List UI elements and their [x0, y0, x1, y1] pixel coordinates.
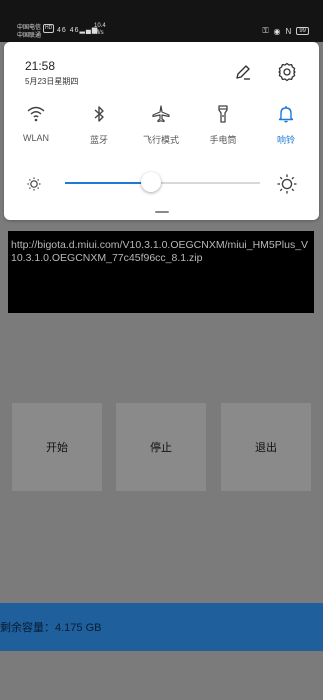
clock-date: 5月23日星期四: [25, 77, 79, 86]
tile-wlan[interactable]: WLAN: [10, 102, 62, 148]
battery-icon: 99: [296, 27, 309, 35]
brightness-slider[interactable]: [65, 182, 260, 184]
signal-icon: 46 46▂▄▆: [57, 27, 99, 34]
settings-gear-icon[interactable]: [277, 62, 297, 82]
tile-flashlight[interactable]: 手电筒: [197, 102, 249, 148]
tile-label: 响铃: [276, 135, 295, 145]
bluetooth-icon: [94, 106, 104, 122]
carrier-1: 中国电信: [17, 25, 42, 31]
brightness-low-icon: [27, 177, 41, 191]
hd-badge: HD: [43, 24, 55, 33]
flashlight-icon: [218, 105, 228, 123]
bell-icon: [278, 106, 294, 123]
clock-time: 21:58: [25, 59, 56, 73]
tile-ring[interactable]: 响铃: [260, 102, 312, 148]
drag-handle[interactable]: [155, 211, 169, 213]
storage-bar: 剩余容量：4.175 GB: [0, 603, 323, 651]
start-button[interactable]: 开始: [12, 403, 102, 491]
network-speed: 10.4 M/s: [94, 23, 106, 37]
stop-button[interactable]: 停止: [116, 403, 206, 491]
status-icons: ⚿ ◉ N 99: [262, 26, 309, 36]
tile-label: 蓝牙: [89, 135, 108, 145]
carrier-info: 中国电信 HD 中国联通: [17, 24, 55, 40]
wifi-icon: [27, 106, 45, 122]
storage-text: 剩余容量：4.175 GB: [0, 622, 102, 634]
quick-settings-panel: 21:58 5月23日星期四 WLAN 蓝牙 飞行模式 手电筒 响铃: [4, 42, 319, 220]
tile-label: 手电筒: [209, 135, 237, 145]
airplane-icon: [152, 105, 170, 123]
speed-unit: M/s: [94, 30, 104, 36]
tile-bluetooth[interactable]: 蓝牙: [73, 102, 125, 148]
key-icon: ⚿: [262, 26, 269, 35]
brightness-fill: [65, 182, 151, 184]
speed-value: 10.4: [94, 23, 106, 29]
carrier-2: 中国联通: [17, 33, 42, 39]
tile-label: WLAN: [22, 133, 49, 143]
eye-icon: ◉: [273, 26, 281, 36]
exit-button[interactable]: 退出: [221, 403, 311, 491]
url-display: http://bigota.d.miui.com/V10.3.1.0.OEGCN…: [8, 231, 314, 313]
signal-text: 46 46: [57, 27, 80, 34]
nfc-icon: N: [285, 26, 292, 36]
tile-label: 飞行模式: [142, 135, 179, 145]
tile-airplane[interactable]: 飞行模式: [135, 102, 187, 148]
status-bar: 中国电信 HD 中国联通 46 46▂▄▆ 10.4 M/s ⚿ ◉ N 99: [0, 0, 323, 42]
brightness-high-icon: [277, 174, 297, 194]
brightness-thumb[interactable]: [140, 172, 161, 192]
edit-icon[interactable]: [234, 63, 252, 81]
